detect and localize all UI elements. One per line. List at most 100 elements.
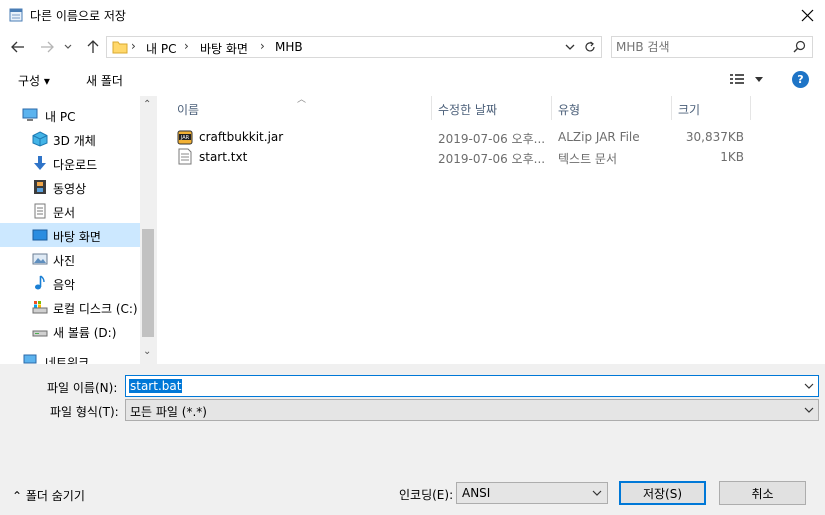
- scroll-down-icon[interactable]: ⌄: [143, 346, 151, 357]
- encoding-value: ANSI: [462, 486, 491, 500]
- nav-item-videos[interactable]: 동영상: [0, 175, 140, 199]
- window-title: 다른 이름으로 저장: [30, 9, 126, 23]
- nav-scrollbar[interactable]: ⌃ ⌄: [140, 96, 157, 364]
- nav-item-label: 문서: [53, 206, 76, 220]
- address-history-button[interactable]: [561, 38, 579, 56]
- hide-folders-button[interactable]: ⌃ 폴더 숨기기: [12, 487, 85, 504]
- nav-item-label: 사진: [53, 254, 76, 268]
- nav-item-this-pc[interactable]: 내 PC: [0, 103, 140, 127]
- details-view-icon: [730, 74, 763, 84]
- nav-item-label: 3D 개체: [53, 134, 96, 148]
- save-button[interactable]: 저장(S): [619, 481, 706, 505]
- filetype-label: 파일 형식(T):: [50, 405, 119, 419]
- organize-button[interactable]: 구성 ▾: [18, 72, 50, 89]
- nav-item-desktop[interactable]: 바탕 화면: [0, 223, 140, 247]
- chevron-down-icon: [592, 490, 602, 496]
- breadcrumb-this-pc[interactable]: 내 PC: [146, 40, 176, 57]
- filetype-value: 모든 파일 (*.*): [130, 405, 207, 419]
- nav-item-label: 내 PC: [45, 110, 76, 124]
- nav-item-pictures[interactable]: 사진: [0, 247, 140, 271]
- nav-item-label: 동영상: [53, 182, 87, 196]
- search-input[interactable]: [616, 39, 786, 55]
- drive-d-icon: [32, 330, 48, 337]
- nav-item-network[interactable]: 네트워크: [0, 349, 140, 364]
- cube-icon: [32, 131, 48, 147]
- file-row[interactable]: JAR craftbukkit.jar 2019-07-06 오후... ALZ…: [173, 127, 753, 147]
- pictures-icon: [32, 253, 48, 265]
- breadcrumb-mhb[interactable]: MHB: [275, 40, 303, 54]
- file-list: ︿ 이름 수정한 날짜 유형 크기 JAR craftbukkit.jar 20…: [157, 95, 825, 364]
- help-button[interactable]: ?: [792, 71, 809, 88]
- command-bar: 구성 ▾ 새 폴더 ?: [0, 64, 825, 96]
- nav-item-drive-c[interactable]: 로컬 디스크 (C:): [0, 295, 140, 319]
- chevron-down-icon[interactable]: [803, 379, 815, 393]
- filename-input[interactable]: start.bat: [129, 379, 183, 393]
- nav-item-downloads[interactable]: 다운로드: [0, 151, 140, 175]
- address-row: › 내 PC › 바탕 화면 › MHB: [0, 30, 825, 64]
- folder-icon: [112, 41, 128, 54]
- filetype-select[interactable]: 모든 파일 (*.*): [125, 399, 819, 421]
- file-name: start.txt: [199, 150, 248, 164]
- scroll-up-icon[interactable]: ⌃: [143, 99, 151, 110]
- svg-text:JAR: JAR: [180, 135, 190, 141]
- nav-item-label: 다운로드: [53, 158, 98, 172]
- up-button[interactable]: [84, 38, 102, 56]
- encoding-label: 인코딩(E):: [399, 488, 454, 502]
- file-row[interactable]: start.txt 2019-07-06 오후... 텍스트 문서 1KB: [173, 147, 753, 167]
- computer-icon: [22, 108, 38, 121]
- music-icon: [35, 275, 45, 290]
- download-icon: [34, 156, 46, 170]
- file-size: 30,837KB: [685, 130, 744, 144]
- nav-item-label: 새 볼륨 (D:): [53, 326, 117, 340]
- notepad-icon: [9, 8, 23, 22]
- nav-item-label: 음악: [53, 278, 76, 292]
- filename-label: 파일 이름(N):: [47, 381, 118, 395]
- address-bar[interactable]: › 내 PC › 바탕 화면 › MHB: [106, 36, 602, 58]
- refresh-icon: [585, 41, 595, 52]
- scroll-thumb[interactable]: [142, 229, 154, 337]
- nav-item-3d-objects[interactable]: 3D 개체: [0, 127, 140, 151]
- search-icon: [793, 40, 806, 53]
- cancel-button[interactable]: 취소: [719, 481, 806, 505]
- file-size: 1KB: [720, 150, 744, 164]
- close-icon: [801, 9, 813, 21]
- column-divider[interactable]: [750, 96, 751, 120]
- jar-icon: JAR: [177, 130, 193, 145]
- film-icon: [34, 180, 46, 194]
- recent-locations-button[interactable]: [62, 38, 74, 56]
- back-button[interactable]: [9, 38, 27, 56]
- new-folder-button[interactable]: 새 폴더: [86, 72, 123, 89]
- document-icon: [34, 203, 46, 219]
- nav-item-drive-d[interactable]: 새 볼륨 (D:): [0, 319, 140, 343]
- filename-field[interactable]: start.bat: [125, 375, 819, 397]
- drive-c-icon: [32, 301, 48, 314]
- arrow-up-icon: [87, 40, 99, 53]
- file-date: 2019-07-06 오후...: [438, 152, 546, 166]
- chevron-down-icon: [804, 407, 814, 413]
- breadcrumb-desktop[interactable]: 바탕 화면: [200, 40, 248, 57]
- breadcrumb-separator: ›: [131, 39, 136, 53]
- search-box[interactable]: [611, 36, 813, 58]
- navigation-pane: 내 PC 3D 개체 다운로드 동영상 문서 바탕 화면 사진 음악 로컬 디스…: [0, 96, 157, 364]
- forward-button[interactable]: [38, 38, 56, 56]
- column-header-date[interactable]: 수정한 날짜: [432, 96, 551, 120]
- file-date: 2019-07-06 오후...: [438, 132, 546, 146]
- column-header-name[interactable]: 이름: [173, 96, 431, 120]
- nav-item-label: 네트워크: [45, 356, 90, 364]
- title-bar: 다른 이름으로 저장: [0, 0, 825, 30]
- network-icon: [23, 354, 37, 364]
- nav-item-music[interactable]: 음악: [0, 271, 140, 295]
- encoding-select[interactable]: ANSI: [456, 482, 608, 504]
- refresh-button[interactable]: [581, 38, 599, 56]
- close-button[interactable]: [789, 0, 825, 30]
- desktop-icon: [32, 229, 48, 241]
- arrow-left-icon: [11, 41, 24, 53]
- nav-item-documents[interactable]: 문서: [0, 199, 140, 223]
- column-header-size[interactable]: 크기: [672, 96, 750, 120]
- column-header-type[interactable]: 유형: [552, 96, 671, 120]
- breadcrumb-separator: ›: [260, 39, 265, 53]
- breadcrumb-separator: ›: [184, 39, 189, 53]
- chevron-down-icon: [64, 44, 72, 49]
- nav-item-label: 로컬 디스크 (C:): [53, 302, 138, 316]
- change-view-button[interactable]: [729, 72, 765, 89]
